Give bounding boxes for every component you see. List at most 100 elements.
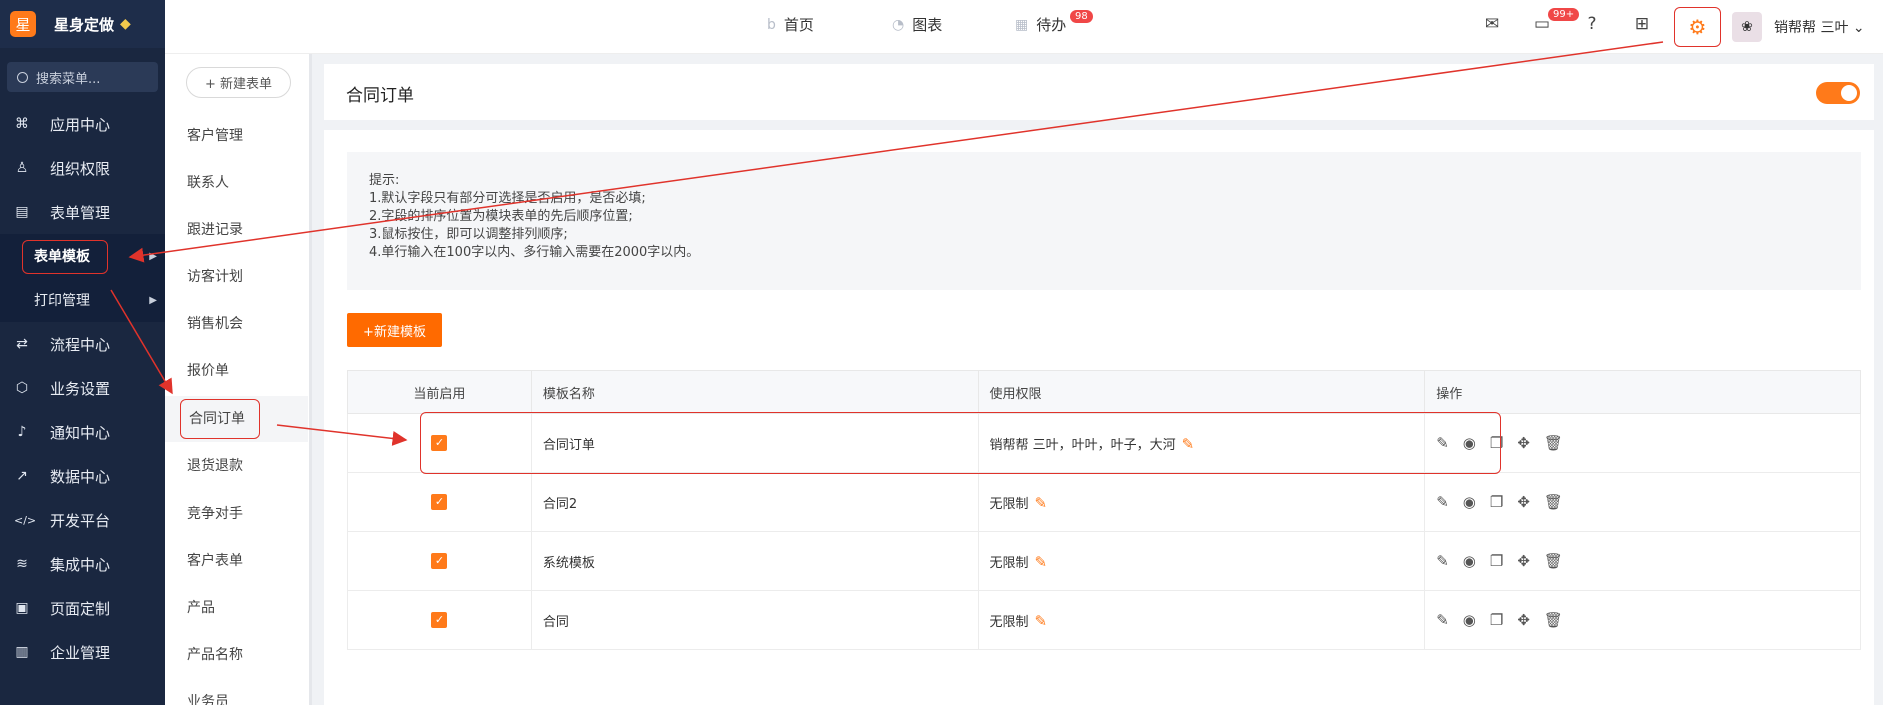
row-actions: ✎ ◉ ❐ ✥ 🗑 (1436, 552, 1860, 570)
edit-icon[interactable]: ✎ (1436, 611, 1449, 629)
col-permission: 使用权限 (977, 370, 1426, 414)
form-item[interactable]: 访客计划 (187, 266, 243, 286)
trash-icon[interactable]: 🗑 (1544, 493, 1563, 511)
tip-line: 提示: (369, 173, 400, 188)
copy-icon[interactable]: ❐ (1490, 552, 1503, 570)
enable-toggle[interactable] (1816, 82, 1860, 104)
tab-home[interactable]: b 首页 (767, 14, 814, 35)
tab-charts[interactable]: ◔ 图表 (892, 14, 942, 35)
permission-cell: 无限制 ✎ (977, 472, 1426, 532)
nav-item-label: 通知中心 (50, 423, 111, 442)
nav-item-label: 数据中心 (50, 467, 111, 486)
form-item[interactable]: 销售机会 (187, 313, 243, 333)
eye-icon[interactable]: ◉ (1463, 611, 1476, 629)
toggle-knob (1841, 85, 1857, 101)
nav-item-data-center[interactable]: ↗ 数据中心 (0, 454, 165, 498)
row-actions: ✎ ◉ ❐ ✥ 🗑 (1436, 493, 1860, 511)
form-item[interactable]: 客户管理 (187, 125, 243, 145)
edit-icon[interactable]: ✎ (1436, 493, 1449, 511)
nav-item-page-custom[interactable]: ▣ 页面定制 (0, 586, 165, 630)
search-icon (17, 71, 28, 83)
move-icon[interactable]: ✥ (1517, 611, 1530, 629)
form-item[interactable]: 退货退款 (187, 455, 243, 475)
tab-label: 首页 (783, 16, 814, 34)
cube-icon: ⬡ (15, 380, 29, 396)
new-template-button[interactable]: +新建模板 (347, 313, 442, 347)
tab-todo[interactable]: ▦ 待办 (1015, 14, 1066, 35)
enabled-checkbox[interactable]: ✓ (431, 612, 448, 628)
form-item[interactable]: 跟进记录 (187, 219, 243, 239)
move-icon[interactable]: ✥ (1517, 434, 1530, 452)
brand-logo: 星 (10, 11, 36, 37)
todo-badge: 98 (1070, 10, 1093, 23)
permission-text: 无限制 (989, 555, 1029, 571)
enabled-checkbox[interactable]: ✓ (431, 553, 448, 569)
form-item[interactable]: 产品名称 (187, 644, 243, 664)
nav-item-business-settings[interactable]: ⬡ 业务设置 (0, 366, 165, 410)
avatar[interactable]: ❀ (1732, 12, 1762, 42)
caret-right-icon: ▶ (149, 250, 157, 262)
trash-icon[interactable]: 🗑 (1544, 434, 1563, 452)
enabled-checkbox[interactable]: ✓ (431, 494, 448, 510)
user-name: 销帮帮 三叶 (1774, 20, 1849, 36)
col-actions: 操作 (1424, 370, 1861, 414)
form-item[interactable]: 客户表单 (187, 550, 243, 570)
nav-item-label: 组织权限 (50, 159, 111, 178)
edit-permission-icon[interactable]: ✎ (1035, 494, 1048, 512)
search-placeholder: 搜索菜单... (36, 71, 101, 87)
menu-search-input[interactable]: 搜索菜单... (7, 62, 158, 92)
nav-item-dev-platform[interactable]: </> 开发平台 (0, 498, 165, 542)
nav-item-app-center[interactable]: ⌘ 应用中心 (0, 102, 165, 146)
tab-label: 待办 (1036, 16, 1067, 34)
form-item[interactable]: 竞争对手 (187, 503, 243, 523)
form-item[interactable]: 报价单 (187, 360, 229, 380)
settings-gear-button[interactable]: ⚙ (1674, 7, 1721, 47)
permission-cell: 无限制 ✎ (977, 590, 1426, 650)
nav-item-integration-center[interactable]: ≋ 集成中心 (0, 542, 165, 586)
row-actions: ✎ ◉ ❐ ✥ 🗑 (1436, 611, 1860, 629)
form-list-sidebar: + 新建表单 客户管理 联系人 跟进记录 访客计划 销售机会 报价单 合同订单 … (165, 54, 312, 705)
table-header-row: 当前启用 模板名称 使用权限 操作 (347, 370, 1861, 414)
grid-icon[interactable]: ⊞ (1631, 13, 1653, 35)
copy-icon[interactable]: ❐ (1490, 611, 1503, 629)
highlight-form-template (22, 240, 108, 274)
tip-line: 2.字段的排序位置为模块表单的先后顺序位置; (369, 209, 633, 224)
gear-icon: ⚙ (1688, 15, 1707, 39)
nav-item-enterprise-management[interactable]: ▥ 企业管理 (0, 630, 165, 674)
chevron-down-icon: ⌄ (1852, 20, 1865, 36)
move-icon[interactable]: ✥ (1517, 493, 1530, 511)
bell-icon: ♪ (17, 424, 27, 440)
edit-icon[interactable]: ✎ (1436, 552, 1449, 570)
top-bar: b 首页 ◔ 图表 ▦ 待办 98 ✉ ▭ 99+ ? ⊞ ⚙ ❀ 销帮帮 三叶 ⌄ (165, 0, 1883, 54)
nav-item-label: 企业管理 (50, 643, 111, 662)
nav-item-label: 应用中心 (50, 115, 111, 134)
eye-icon[interactable]: ◉ (1463, 552, 1476, 570)
form-item[interactable]: 业务员 (187, 691, 229, 705)
layout-icon: ▣ (15, 600, 29, 616)
move-icon[interactable]: ✥ (1517, 552, 1530, 570)
copy-icon[interactable]: ❐ (1490, 493, 1503, 511)
nav-item-label: 开发平台 (50, 511, 111, 530)
trash-icon[interactable]: 🗑 (1544, 552, 1563, 570)
template-name: 合同 (530, 590, 979, 650)
tab-label: 图表 (912, 16, 943, 34)
form-item[interactable]: 产品 (187, 597, 215, 617)
template-name: 合同2 (530, 472, 979, 532)
edit-permission-icon[interactable]: ✎ (1035, 553, 1048, 571)
form-item[interactable]: 联系人 (187, 172, 229, 192)
new-form-button[interactable]: + 新建表单 (186, 67, 291, 98)
user-menu[interactable]: 销帮帮 三叶 ⌄ (1774, 17, 1865, 37)
nav-item-label: 表单管理 (50, 203, 111, 222)
nav-subitem-label: 打印管理 (34, 293, 90, 309)
tip-line: 1.默认字段只有部分可选择是否启用，是否必填; (369, 191, 646, 206)
nav-item-org-permission[interactable]: ♙ 组织权限 (0, 146, 165, 190)
nav-item-process-center[interactable]: ⇄ 流程中心 (0, 322, 165, 366)
mail-icon[interactable]: ✉ (1481, 13, 1503, 35)
eye-icon[interactable]: ◉ (1463, 493, 1476, 511)
help-icon[interactable]: ? (1581, 13, 1603, 35)
nav-subitem-print-management[interactable]: 打印管理 ▶ (0, 278, 165, 322)
trash-icon[interactable]: 🗑 (1544, 611, 1563, 629)
nav-item-notification-center[interactable]: ♪ 通知中心 (0, 410, 165, 454)
edit-permission-icon[interactable]: ✎ (1035, 612, 1048, 630)
nav-item-form-management[interactable]: ▤ 表单管理 (0, 190, 165, 234)
